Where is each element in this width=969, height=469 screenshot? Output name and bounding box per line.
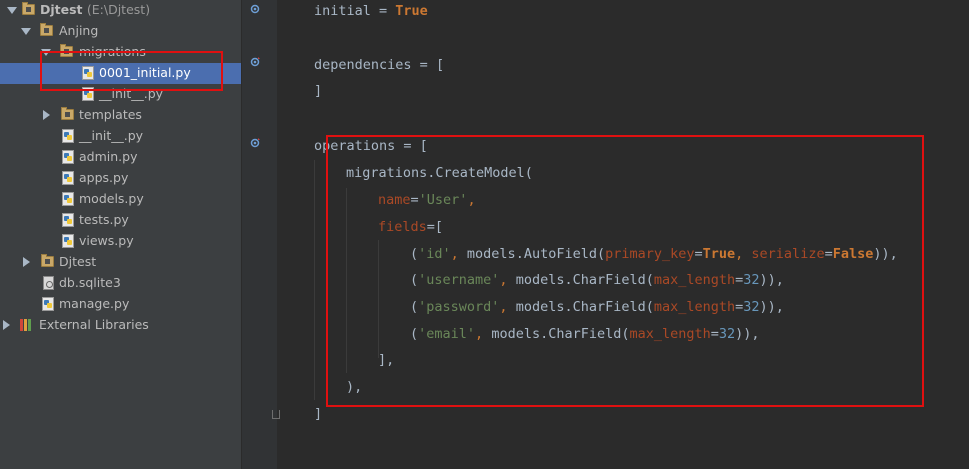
code-line-dependencies: dependencies = [ [314, 57, 445, 73]
code-line-operations-close: ] [314, 406, 323, 422]
tree-item-external-libraries[interactable]: External Libraries [0, 315, 241, 336]
tree-item-label: admin.py [79, 149, 138, 164]
package-folder-icon [41, 254, 54, 267]
tree-item-templates[interactable]: templates [0, 105, 241, 126]
tree-item-db-sqlite3[interactable]: db.sqlite3 [0, 273, 241, 294]
chevron-down-icon[interactable] [21, 28, 31, 35]
tree-item-anjing[interactable]: Anjing [0, 21, 241, 42]
tree-item-label: manage.py [59, 296, 130, 311]
tree-item-label: apps.py [79, 170, 129, 185]
chevron-down-icon[interactable] [7, 7, 17, 14]
tree-item-models[interactable]: models.py [0, 189, 241, 210]
tree-item-label: db.sqlite3 [59, 275, 121, 290]
tree-item-label: templates [79, 107, 142, 122]
chevron-right-icon[interactable] [3, 320, 10, 330]
editor-gutter [241, 0, 280, 469]
tree-item-label: views.py [79, 233, 134, 248]
tree-item-apps[interactable]: apps.py [0, 168, 241, 189]
code-line-dependencies-close: ] [314, 83, 323, 99]
python-file-icon [62, 150, 74, 164]
python-file-icon [42, 297, 54, 311]
python-file-icon [62, 234, 74, 248]
python-file-icon [62, 213, 74, 227]
annotation-highlight-box [40, 51, 223, 91]
tree-item-label: __init__.py [79, 128, 144, 143]
tree-item-anjing-init[interactable]: __init__.py [0, 126, 241, 147]
chevron-right-icon[interactable] [43, 110, 50, 120]
tree-item-tests[interactable]: tests.py [0, 210, 241, 231]
override-marker-icon[interactable] [250, 57, 260, 67]
tree-item-djtest-package[interactable]: Djtest [0, 252, 241, 273]
tree-item-label: Anjing [59, 23, 99, 38]
package-folder-icon [40, 23, 53, 36]
tree-item-admin[interactable]: admin.py [0, 147, 241, 168]
tree-item-label: Djtest [59, 254, 97, 269]
file-icon [43, 276, 54, 290]
python-file-icon [62, 171, 74, 185]
project-tree-panel: Djtest (E:\Djtest) Anjing migrations 000… [0, 0, 241, 469]
chevron-right-icon[interactable] [23, 257, 30, 267]
tree-item-label: models.py [79, 191, 144, 206]
tree-item-views[interactable]: views.py [0, 231, 241, 252]
tree-item-label: tests.py [79, 212, 129, 227]
folder-icon [61, 107, 74, 120]
override-marker-icon[interactable] [250, 138, 260, 148]
folder-icon [22, 2, 35, 15]
tree-item-djtest-root[interactable]: Djtest (E:\Djtest) [0, 0, 241, 21]
python-file-icon [62, 192, 74, 206]
library-icon [20, 319, 33, 331]
tree-item-manage[interactable]: manage.py [0, 294, 241, 315]
indent-guide [314, 160, 315, 400]
tree-item-label: External Libraries [39, 317, 149, 332]
tree-item-label: Djtest (E:\Djtest) [40, 2, 151, 17]
override-marker-icon[interactable] [250, 4, 260, 14]
python-file-icon [62, 129, 74, 143]
annotation-highlight-box [326, 135, 924, 407]
code-line-initial: initial = True [314, 3, 428, 19]
